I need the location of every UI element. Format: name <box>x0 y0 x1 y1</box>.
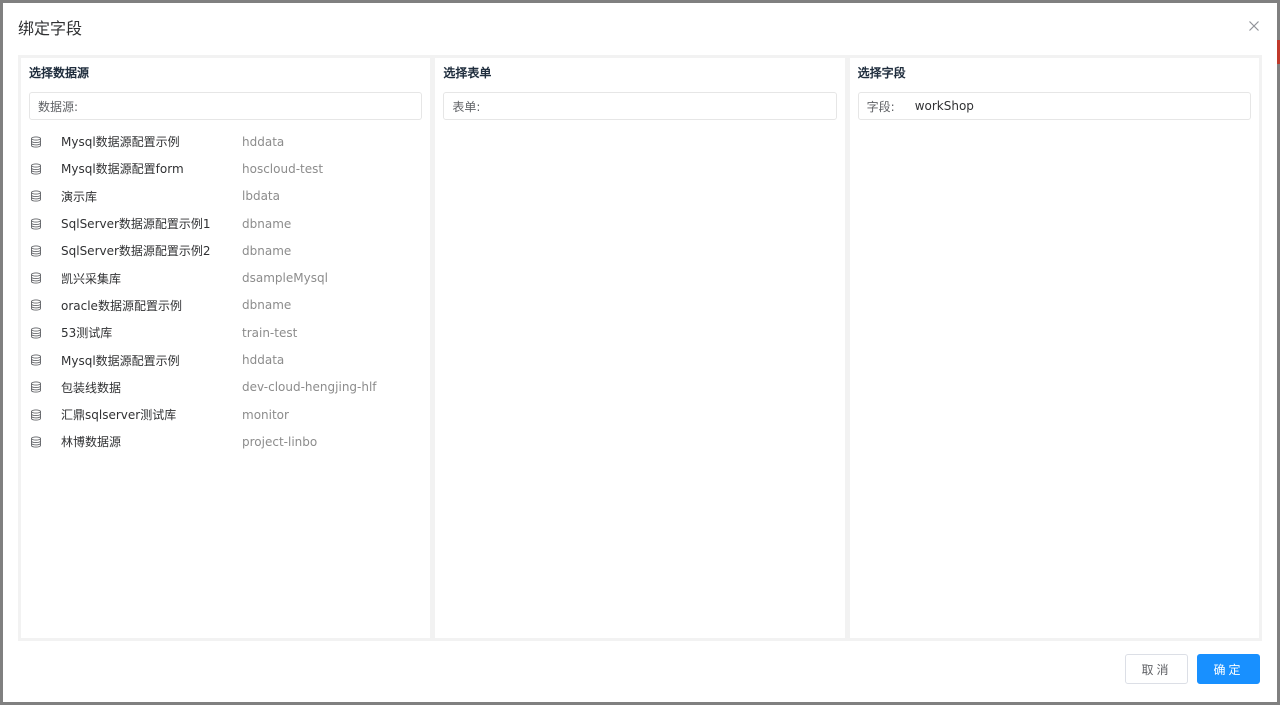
datasource-name: 演示库 <box>61 189 98 204</box>
datasource-name: SqlServer数据源配置示例2 <box>61 244 211 259</box>
datasource-db-name: hddata <box>242 134 285 149</box>
datasource-list-item[interactable]: Mysql数据源配置示例 hddata <box>29 346 422 373</box>
database-icon <box>30 327 42 339</box>
database-icon <box>30 190 42 202</box>
datasource-name: 林博数据源 <box>61 435 122 450</box>
datasource-db-name: hoscloud-test <box>242 161 324 176</box>
datasource-list-item[interactable]: 演示库 lbdata <box>29 183 422 210</box>
datasource-name: oracle数据源配置示例 <box>61 298 182 313</box>
datasource-db-name: monitor <box>242 407 289 422</box>
datasource-name: Mysql数据源配置form <box>61 162 184 177</box>
datasource-name: Mysql数据源配置示例 <box>61 135 180 150</box>
dialog-header: 绑定字段 <box>3 3 1277 53</box>
dialog-footer: 取消 确定 <box>1125 654 1260 684</box>
datasource-search-input[interactable] <box>86 99 414 113</box>
field-panel: 选择字段 字段: <box>849 58 1259 638</box>
field-search-label: 字段: <box>866 99 895 114</box>
dialog-title: 绑定字段 <box>18 19 83 38</box>
database-icon <box>30 272 42 284</box>
field-search-box[interactable]: 字段: <box>857 92 1251 120</box>
datasource-search-box[interactable]: 数据源: <box>29 92 423 120</box>
datasource-panel: 选择数据源 数据源: Mysql数据源配置示例 hddata Mysql数据源配置f… <box>21 58 431 638</box>
datasource-name: 汇鼎sqlserver测试库 <box>61 408 177 423</box>
database-icon <box>30 299 42 311</box>
datasource-db-name: dev-cloud-hengjing-hlf <box>242 380 377 395</box>
datasource-list-item[interactable]: SqlServer数据源配置示例2 dbname <box>29 237 422 264</box>
datasource-db-name: project-linbo <box>242 434 318 449</box>
datasource-list: Mysql数据源配置示例 hddata Mysql数据源配置form hoscloud… <box>29 128 422 456</box>
datasource-list-item[interactable]: 林博数据源 project-linbo <box>29 428 422 455</box>
datasource-db-name: hddata <box>242 353 285 368</box>
table-search-label: 表单: <box>452 99 481 114</box>
datasource-db-name: dbname <box>242 298 292 313</box>
datasource-list-item[interactable]: 包装线数据 dev-cloud-hengjing-hlf <box>29 374 422 401</box>
datasource-list-item[interactable]: Mysql数据源配置示例 hddata <box>29 128 422 155</box>
datasource-list-item[interactable]: oracle数据源配置示例 dbname <box>29 292 422 319</box>
database-icon <box>30 245 42 257</box>
database-icon <box>30 163 42 175</box>
field-panel-title: 选择字段 <box>857 66 906 80</box>
datasource-name: 凯兴采集库 <box>61 271 122 286</box>
datasource-list-item[interactable]: Mysql数据源配置form hoscloud-test <box>29 155 422 182</box>
field-search-input[interactable] <box>902 99 1242 113</box>
database-icon <box>30 436 42 448</box>
datasource-db-name: dbname <box>242 243 292 258</box>
database-icon <box>30 217 42 230</box>
datasource-db-name: lbdata <box>242 189 280 204</box>
datasource-db-name: dsampleMysql <box>242 271 328 286</box>
datasource-list-item[interactable]: 汇鼎sqlserver测试库 monitor <box>29 401 422 428</box>
datasource-search-label: 数据源: <box>38 99 79 114</box>
datasource-db-name: train-test <box>242 325 298 340</box>
datasource-list-item[interactable]: 53测试库 train-test <box>29 319 422 346</box>
datasource-panel-title: 选择数据源 <box>29 66 90 80</box>
datasource-name: 53测试库 <box>61 326 113 341</box>
datasource-list-item[interactable]: SqlServer数据源配置示例1 dbname <box>29 210 422 237</box>
database-icon <box>30 136 42 148</box>
close-icon[interactable] <box>1245 17 1263 35</box>
database-icon <box>30 381 42 393</box>
table-panel-title: 选择表单 <box>443 66 492 80</box>
datasource-list-item[interactable]: 凯兴采集库 dsampleMysql <box>29 264 422 291</box>
table-search-input[interactable] <box>488 99 828 113</box>
confirm-button[interactable]: 确定 <box>1197 654 1260 684</box>
datasource-name: Mysql数据源配置示例 <box>61 353 180 368</box>
datasource-name: 包装线数据 <box>61 380 122 395</box>
cancel-button[interactable]: 取消 <box>1125 654 1188 684</box>
datasource-db-name: dbname <box>242 216 292 231</box>
bind-field-dialog: 绑定字段 选择数据源 数据源: Mysql数据源配置示例 hddata Mysql数… <box>3 3 1277 702</box>
datasource-name: SqlServer数据源配置示例1 <box>61 217 211 232</box>
table-panel: 选择表单 表单: <box>435 58 845 638</box>
database-icon <box>30 354 42 366</box>
table-search-box[interactable]: 表单: <box>443 92 837 120</box>
dialog-body: 选择数据源 数据源: Mysql数据源配置示例 hddata Mysql数据源配置f… <box>18 55 1262 641</box>
database-icon <box>30 409 42 421</box>
